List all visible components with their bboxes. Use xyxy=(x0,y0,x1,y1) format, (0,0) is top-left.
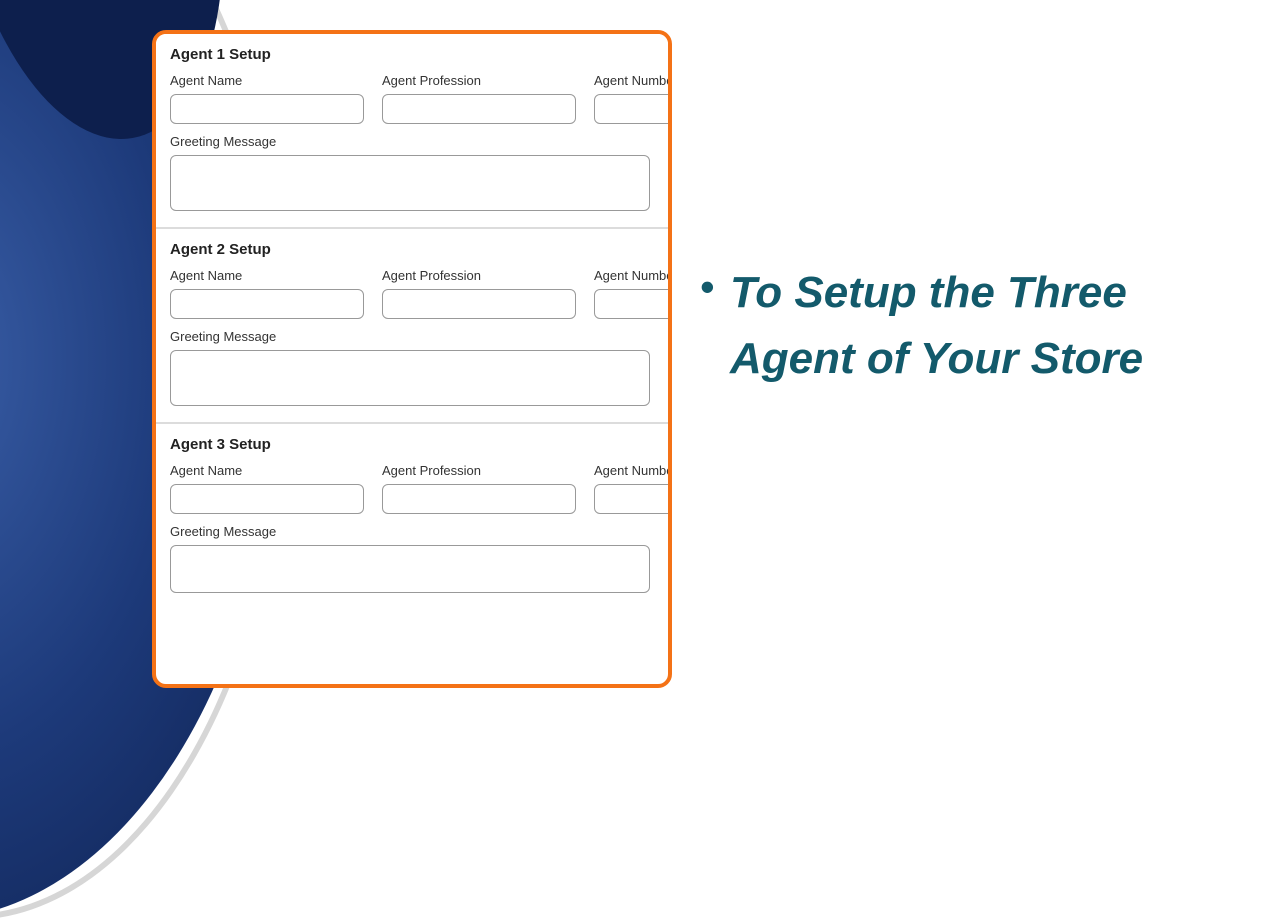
agent-1-name-input[interactable] xyxy=(170,94,364,124)
agent-3-greeting-input[interactable] xyxy=(170,545,650,593)
agent-3-number-label: Agent Number xyxy=(594,463,672,478)
agent-2-greeting-field: Greeting Message xyxy=(170,329,654,406)
agent-2-profession-field: Agent Profession xyxy=(382,268,576,319)
agent-3-title: Agent 3 Setup xyxy=(170,436,654,453)
agent-2-greeting-label: Greeting Message xyxy=(170,329,654,344)
agent-3-section: Agent 3 Setup Agent Name Agent Professio… xyxy=(156,424,668,609)
agent-3-profession-input[interactable] xyxy=(382,484,576,514)
agent-1-name-label: Agent Name xyxy=(170,73,364,88)
agent-3-greeting-field: Greeting Message xyxy=(170,524,654,593)
agent-1-number-field: Agent Number xyxy=(594,73,672,124)
agent-2-name-input[interactable] xyxy=(170,289,364,319)
agent-2-profession-input[interactable] xyxy=(382,289,576,319)
callout-text: To Setup the Three Agent of Your Store xyxy=(730,268,1143,383)
agent-2-number-input[interactable] xyxy=(594,289,672,319)
callout-item: To Setup the Three Agent of Your Store xyxy=(730,260,1260,392)
slide-callout: To Setup the Three Agent of Your Store xyxy=(700,260,1260,392)
agent-1-profession-field: Agent Profession xyxy=(382,73,576,124)
agent-2-name-label: Agent Name xyxy=(170,268,364,283)
agent-setup-form-panel: Agent 1 Setup Agent Name Agent Professio… xyxy=(152,30,672,688)
agent-3-name-field: Agent Name xyxy=(170,463,364,514)
agent-2-number-label: Agent Number xyxy=(594,268,672,283)
agent-1-section: Agent 1 Setup Agent Name Agent Professio… xyxy=(156,34,668,229)
agent-1-row: Agent Name Agent Profession Agent Number xyxy=(170,73,654,124)
agent-3-row: Agent Name Agent Profession Agent Number xyxy=(170,463,654,514)
agent-3-greeting-label: Greeting Message xyxy=(170,524,654,539)
agent-3-number-field: Agent Number xyxy=(594,463,672,514)
agent-2-title: Agent 2 Setup xyxy=(170,241,654,258)
agent-3-number-input[interactable] xyxy=(594,484,672,514)
agent-1-greeting-input[interactable] xyxy=(170,155,650,211)
agent-1-number-input[interactable] xyxy=(594,94,672,124)
callout-list: To Setup the Three Agent of Your Store xyxy=(700,260,1260,392)
agent-1-profession-label: Agent Profession xyxy=(382,73,576,88)
agent-3-profession-field: Agent Profession xyxy=(382,463,576,514)
agent-1-greeting-label: Greeting Message xyxy=(170,134,654,149)
agent-1-title: Agent 1 Setup xyxy=(170,46,654,63)
agent-3-profession-label: Agent Profession xyxy=(382,463,576,478)
agent-2-greeting-input[interactable] xyxy=(170,350,650,406)
agent-3-name-label: Agent Name xyxy=(170,463,364,478)
agent-1-profession-input[interactable] xyxy=(382,94,576,124)
agent-2-row: Agent Name Agent Profession Agent Number xyxy=(170,268,654,319)
agent-1-number-label: Agent Number xyxy=(594,73,672,88)
agent-2-number-field: Agent Number xyxy=(594,268,672,319)
agent-2-name-field: Agent Name xyxy=(170,268,364,319)
agent-1-name-field: Agent Name xyxy=(170,73,364,124)
agent-3-name-input[interactable] xyxy=(170,484,364,514)
agent-1-greeting-field: Greeting Message xyxy=(170,134,654,211)
agent-2-section: Agent 2 Setup Agent Name Agent Professio… xyxy=(156,229,668,424)
agent-2-profession-label: Agent Profession xyxy=(382,268,576,283)
